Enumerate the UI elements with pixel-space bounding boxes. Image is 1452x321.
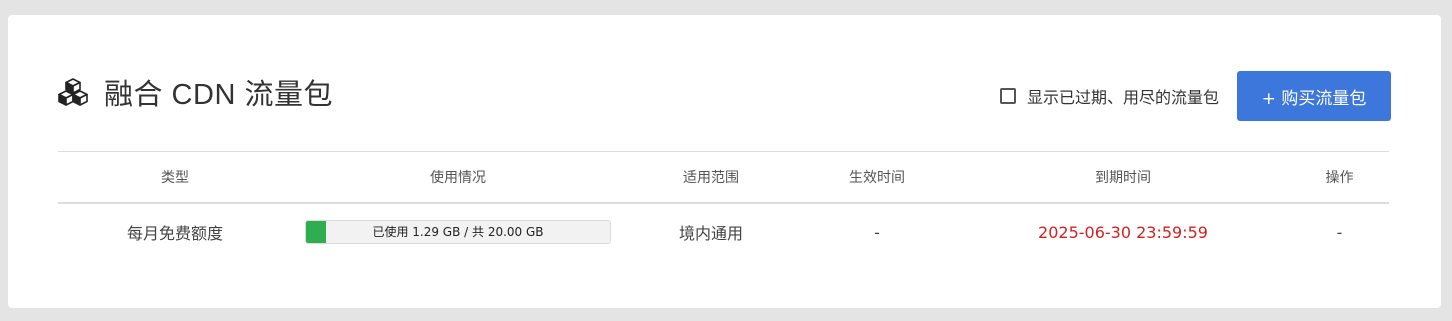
- column-header-action: 操作: [1325, 170, 1354, 186]
- usage-progress-bar: 已使用 1.29 GB / 共 20.00 GB: [305, 220, 611, 244]
- row-action: -: [1336, 222, 1343, 242]
- show-expired-label: 显示已过期、用尽的流量包: [1026, 88, 1219, 107]
- toolbar: 显示已过期、用尽的流量包 + 购买流量包: [999, 71, 1391, 121]
- table-header: 类型 使用情况 适用范围 生效时间 到期时间 操作: [58, 152, 1389, 204]
- column-header-type: 类型: [161, 170, 189, 186]
- column-header-usage: 使用情况: [430, 170, 486, 186]
- show-expired-toggle[interactable]: 显示已过期、用尽的流量包: [999, 84, 1219, 108]
- page-title: 融合 CDN 流量包: [104, 79, 333, 111]
- cubes-icon: [58, 78, 88, 106]
- package-type: 每月免费额度: [126, 224, 223, 243]
- package-scope: 境内通用: [678, 224, 743, 243]
- usage-cell: 已使用 1.29 GB / 共 20.00 GB: [292, 220, 624, 244]
- table-row: 每月免费额度 已使用 1.29 GB / 共 20.00 GB 境内通用 - 2…: [58, 204, 1389, 260]
- buy-package-button[interactable]: + 购买流量包: [1237, 71, 1391, 121]
- show-expired-checkbox[interactable]: [999, 88, 1016, 104]
- expire-time: 2025-06-30 23:59:59: [1038, 222, 1208, 242]
- usage-progress-text: 已使用 1.29 GB / 共 20.00 GB: [372, 225, 544, 239]
- effective-time: -: [874, 222, 880, 242]
- traffic-package-card: 融合 CDN 流量包 显示已过期、用尽的流量包 + 购买流量包 类型 使用情况 …: [8, 15, 1441, 308]
- column-header-expire-time: 到期时间: [1095, 170, 1151, 186]
- title-row: 融合 CDN 流量包: [58, 71, 333, 113]
- package-table: 类型 使用情况 适用范围 生效时间 到期时间 操作 每月免费额度 已使用 1.2…: [58, 151, 1389, 260]
- column-header-scope: 适用范围: [683, 170, 739, 186]
- column-header-effective-time: 生效时间: [849, 170, 905, 186]
